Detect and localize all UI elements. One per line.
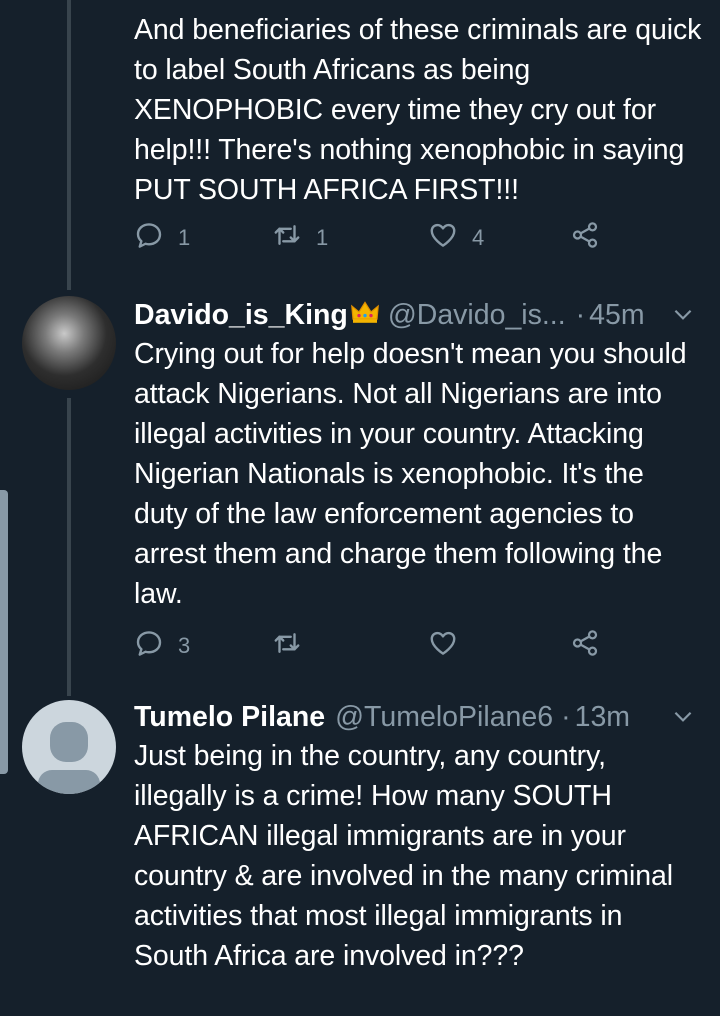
- avatar[interactable]: [22, 700, 116, 794]
- chevron-down-icon[interactable]: [670, 703, 696, 734]
- display-name[interactable]: Davido_is_King: [134, 295, 348, 335]
- like-button[interactable]: 4: [428, 220, 484, 256]
- share-button[interactable]: [570, 628, 600, 664]
- tweet-1-actions: 1 1 4: [134, 220, 614, 260]
- user-handle[interactable]: @TumeloPilane6: [335, 697, 553, 737]
- tweet-3-header: Tumelo Pilane @TumeloPilane6 · 13m: [134, 697, 630, 737]
- separator-dot: ·: [561, 701, 571, 733]
- like-count: 4: [472, 225, 485, 250]
- reply-count: 3: [178, 633, 191, 658]
- share-button[interactable]: [570, 220, 600, 256]
- reply-button[interactable]: 1: [134, 220, 190, 256]
- reply-icon: [134, 220, 164, 256]
- tweet-2-header: Davido_is_King @Davido_is... · 45m: [134, 295, 645, 335]
- user-handle[interactable]: @Davido_is...: [388, 295, 566, 335]
- scrollbar[interactable]: [0, 490, 8, 774]
- like-button[interactable]: [428, 628, 458, 664]
- like-icon: [428, 628, 458, 664]
- separator-dot: ·: [575, 299, 586, 331]
- share-icon: [570, 220, 600, 256]
- tweet-2-actions: 3: [134, 628, 614, 668]
- thread-line-top: [67, 0, 71, 290]
- tweet-3-text: Just being in the country, any country, …: [134, 740, 674, 972]
- retweet-button[interactable]: 1: [272, 220, 328, 256]
- share-icon: [570, 628, 600, 664]
- thread-line-middle: [67, 398, 71, 696]
- like-icon: [428, 220, 458, 256]
- retweet-icon: [272, 628, 302, 664]
- crown-icon: [350, 295, 380, 335]
- default-avatar-icon: [38, 722, 100, 794]
- tweet-1-text: And beneficiaries of these criminals are…: [134, 14, 702, 206]
- reply-icon: [134, 628, 164, 664]
- timestamp[interactable]: 45m: [589, 295, 644, 335]
- reply-count: 1: [178, 225, 191, 250]
- retweet-count: 1: [316, 225, 329, 250]
- chevron-down-icon[interactable]: [670, 301, 696, 332]
- timestamp[interactable]: 13m: [575, 697, 630, 737]
- display-name[interactable]: Tumelo Pilane: [134, 697, 325, 737]
- reply-button[interactable]: 3: [134, 628, 190, 664]
- avatar[interactable]: [22, 296, 116, 390]
- retweet-icon: [272, 220, 302, 256]
- tweet-2-text: Crying out for help doesn't mean you sho…: [134, 338, 687, 610]
- retweet-button[interactable]: [272, 628, 302, 664]
